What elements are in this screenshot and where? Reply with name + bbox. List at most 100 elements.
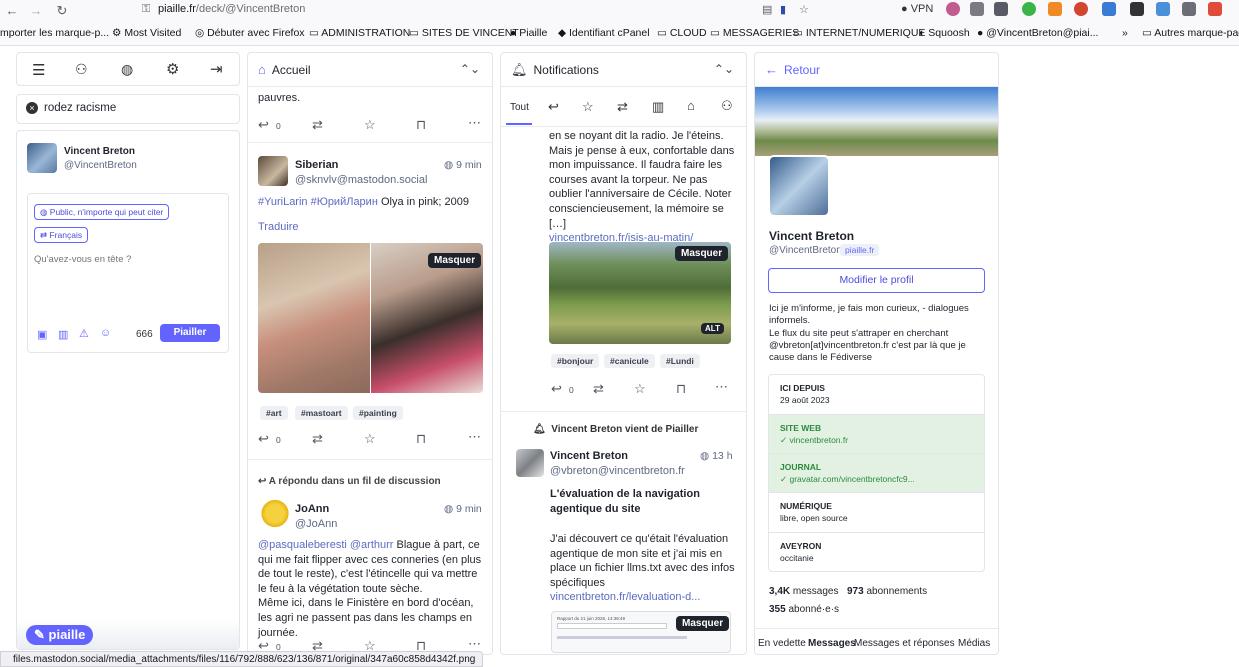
tab-boosts-icon[interactable]: ⇄ [617, 99, 628, 115]
avatar[interactable] [260, 500, 290, 530]
flag-icon[interactable]: ▮ [780, 3, 786, 16]
media-image[interactable] [258, 243, 370, 393]
tab-featured[interactable]: En vedette [758, 638, 806, 649]
post-time[interactable]: ◍ 9 min [444, 159, 482, 171]
bookmark-item[interactable]: ● Piaille [510, 27, 547, 39]
tab-mentions-icon[interactable]: ↩ [548, 99, 559, 115]
translate-link[interactable]: Traduire [258, 220, 299, 235]
back-arrow-icon[interactable]: ← [4, 3, 20, 18]
extension-icon[interactable] [946, 2, 960, 16]
bookmark-item[interactable]: mporter les marque-p... [0, 27, 109, 39]
more-icon[interactable]: ⋯ [715, 379, 728, 395]
extension-icon[interactable] [1074, 2, 1088, 16]
avatar[interactable] [516, 449, 544, 477]
profile-banner[interactable] [755, 87, 998, 156]
bookmark-folder[interactable]: ▭ SITES DE VINCENT [409, 27, 519, 39]
clear-search-icon[interactable]: × [26, 102, 38, 114]
extension-icon[interactable] [1208, 2, 1222, 16]
poll-icon[interactable]: ▥ [58, 328, 68, 341]
reader-view-icon[interactable]: ▤ [762, 3, 772, 16]
tab-media[interactable]: Médias [958, 638, 990, 649]
extension-icon[interactable] [1182, 2, 1196, 16]
stat-followers[interactable]: 973 abonnements [847, 586, 927, 597]
emoji-icon[interactable]: ☺ [100, 327, 111, 339]
mention-link[interactable]: @pasqualeberesti @arthurr [258, 539, 393, 551]
boost-icon[interactable]: ⇄ [593, 381, 604, 397]
bookmark-icon[interactable]: ⊓ [416, 431, 426, 447]
tab-favourites-icon[interactable]: ☆ [582, 99, 594, 115]
post-time[interactable]: ◍ 9 min [444, 503, 482, 515]
boost-icon[interactable]: ⇄ [312, 117, 323, 133]
logout-icon[interactable]: ⇥ [210, 60, 223, 78]
favourite-icon[interactable]: ☆ [364, 117, 376, 133]
forward-arrow-icon[interactable]: → [28, 3, 44, 18]
media-icon[interactable]: ▣ [37, 328, 47, 341]
language-select[interactable]: ⇄ Français [34, 227, 89, 243]
bookmark-folder[interactable]: ▭ ADMINISTRATION [309, 27, 410, 39]
extension-icon[interactable] [994, 2, 1008, 16]
people-icon[interactable]: ⚇ [75, 61, 88, 78]
extension-icon[interactable] [1022, 2, 1036, 16]
tab-polls-icon[interactable]: ▥ [652, 99, 664, 115]
extension-icon[interactable] [970, 2, 984, 16]
profile-header[interactable]: ← Retour [755, 53, 998, 87]
address-bar[interactable]: piaille.fr/deck/@VincentBreton [158, 3, 305, 15]
tab-messages-replies[interactable]: Messages et réponses [854, 638, 955, 649]
home-header[interactable]: ⌂ Accueil ⌃⌄ [248, 53, 492, 87]
visibility-select[interactable]: ◍ Public, n'importe qui peut citer [34, 204, 170, 220]
alt-badge[interactable]: ALT [701, 323, 724, 334]
bookmark-folder[interactable]: ▭ MESSAGERIES [710, 27, 799, 39]
column-settings-icon[interactable]: ⌃⌄ [714, 62, 734, 76]
reply-icon[interactable]: ↩ [258, 431, 269, 447]
stat-messages[interactable]: 3,4K messages [769, 586, 838, 597]
stat-following[interactable]: 355 abonné·e·s [769, 604, 839, 615]
notifications-header[interactable]: 🔔︎ Notifications ⌃⌄ [501, 53, 746, 87]
bookmark-icon[interactable]: ⊓ [416, 117, 426, 133]
hide-media-button[interactable]: Masquer [675, 246, 729, 261]
post-link[interactable]: vincentbreton.fr/levaluation-d... [550, 590, 700, 605]
extension-icon[interactable] [1156, 2, 1170, 16]
tab-all[interactable]: Tout [510, 102, 529, 113]
warning-icon[interactable]: ⚠ [79, 327, 89, 340]
back-icon[interactable]: ← [765, 62, 778, 77]
favourite-icon[interactable]: ☆ [364, 431, 376, 447]
more-icon[interactable]: ⋯ [468, 115, 481, 131]
boost-icon[interactable]: ⇄ [312, 431, 323, 447]
reply-icon[interactable]: ↩ [551, 381, 562, 397]
globe-icon[interactable]: ◍ [121, 61, 133, 78]
bookmark-item[interactable]: ● @VincentBreton@piai... [977, 27, 1098, 39]
bookmark-item[interactable]: ◎ Débuter avec Firefox [195, 27, 305, 39]
bookmark-folder[interactable]: ▭ INTERNET/NUMERIQUE [793, 27, 925, 39]
hashtag-chip[interactable]: #painting [353, 406, 403, 420]
rss-icon[interactable] [1048, 2, 1062, 16]
reply-icon[interactable]: ↩ [258, 117, 269, 133]
column-settings-icon[interactable]: ⌃⌄ [460, 62, 480, 76]
bookmark-folder[interactable]: ▭ CLOUD [657, 27, 707, 39]
hide-media-button[interactable]: Masquer [428, 253, 482, 268]
more-icon[interactable]: ⋯ [468, 636, 481, 652]
avatar[interactable] [27, 143, 57, 173]
favourite-icon[interactable]: ☆ [634, 381, 646, 397]
tab-messages[interactable]: Messages [808, 638, 856, 649]
hashtag-chip[interactable]: #mastoart [295, 406, 348, 420]
author-name[interactable]: Siberian [295, 159, 338, 171]
author-name[interactable]: JoAnn [295, 503, 329, 515]
gear-icon[interactable]: ⚙ [166, 60, 179, 78]
server-badge[interactable]: piaille.fr [840, 244, 880, 256]
tab-follows-icon[interactable]: ⚇ [721, 98, 733, 114]
bookmark-item[interactable]: ◆ Identifiant cPanel [558, 27, 650, 39]
avatar[interactable] [258, 156, 288, 186]
bookmarks-overflow-icon[interactable]: » [1122, 27, 1128, 39]
extension-icon[interactable] [1130, 2, 1144, 16]
author-name[interactable]: Vincent Breton [550, 450, 628, 462]
verified-link[interactable]: gravatar.com/vincentbretoncfc9... [789, 474, 914, 484]
hashtag-chip[interactable]: #canicule [604, 354, 655, 368]
bookmark-item[interactable]: ◐ Squoosh [919, 27, 970, 39]
vpn-button[interactable]: ● VPN [901, 3, 933, 15]
tab-statuses-icon[interactable]: ⌂ [687, 98, 695, 113]
profile-avatar[interactable] [768, 155, 830, 217]
hashtag-chip[interactable]: #art [260, 406, 288, 420]
field-value[interactable]: ✓ vincentbreton.fr [780, 435, 975, 446]
site-info-icon[interactable]: ⚿ [142, 3, 150, 16]
publish-button[interactable]: Piailler [160, 324, 220, 342]
